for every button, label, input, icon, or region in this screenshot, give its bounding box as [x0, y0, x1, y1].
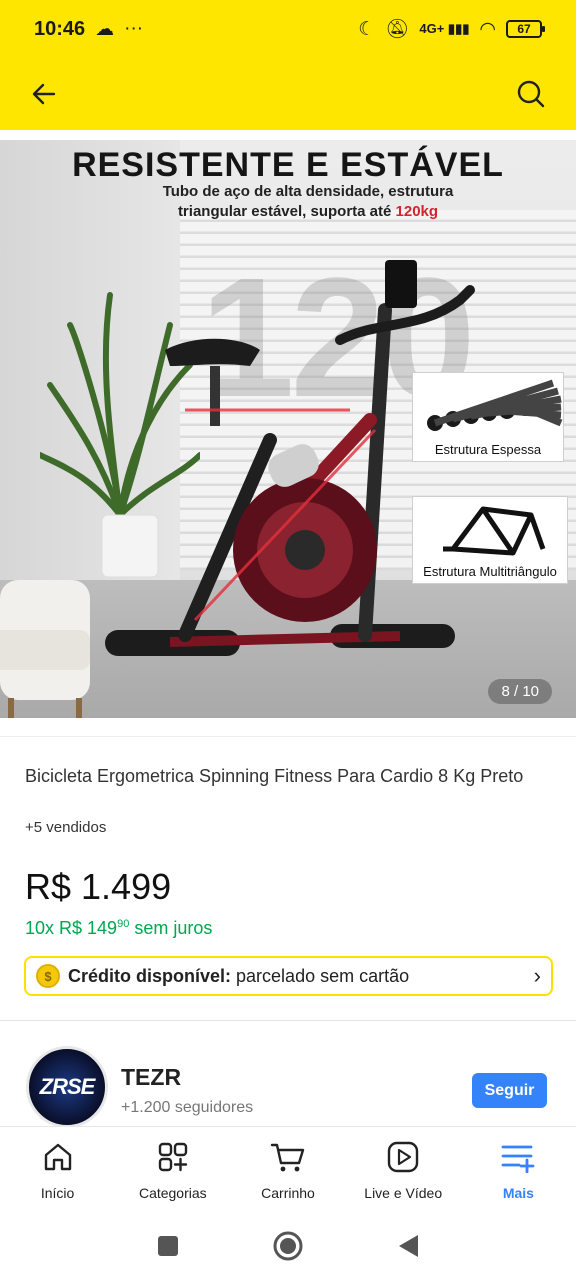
gallery-headline: RESISTENTE E ESTÁVEL	[72, 146, 504, 184]
armchair-image	[0, 580, 90, 718]
credit-text: parcelado sem cartão	[236, 965, 410, 986]
gallery-subheadline: Tubo de aço de alta densidade, estrutura…	[0, 182, 576, 222]
gallery-subline-2: triangular estável, suporta até 120kg	[40, 202, 576, 222]
gallery-page-counter: 8 / 10	[488, 679, 552, 704]
tab-live-video-label: Live e Vídeo	[364, 1185, 443, 1201]
inset-thick-structure: Estrutura Espessa	[412, 372, 564, 462]
status-time: 10:46	[34, 17, 86, 40]
section-divider	[0, 736, 576, 737]
tab-carrinho-label: Carrinho	[261, 1185, 315, 1201]
product-price: R$ 1.499	[25, 866, 172, 907]
credit-label: Crédito disponível:	[68, 965, 232, 986]
bottom-tab-bar: Início Categorias Carrinho Live e Vídeo …	[0, 1126, 576, 1212]
wifi-icon: ◠	[479, 18, 496, 40]
home-circle-icon[interactable]	[272, 1230, 304, 1262]
seller-name[interactable]: TEZR	[121, 1064, 181, 1091]
back-button[interactable]	[30, 80, 58, 108]
seller-logo-text: ZRSE	[39, 1074, 96, 1099]
status-bar: 10:46 ☁ ··· ☾ 🔕︎ 4G+ ▮▮▮ ◠ 67	[0, 0, 576, 58]
inset-multitriangle-structure: Estrutura Multitriângulo	[412, 496, 568, 584]
follow-button[interactable]: Seguir	[472, 1073, 547, 1108]
battery-icon: 67	[506, 20, 545, 38]
credit-available-banner[interactable]: $ Crédito disponível: parcelado sem cart…	[24, 956, 553, 996]
section-divider-2	[0, 1020, 576, 1021]
search-icon	[517, 80, 545, 108]
tab-categorias[interactable]: Categorias	[115, 1127, 230, 1212]
steel-tubes-icon	[427, 379, 563, 431]
exercise-bike-image	[105, 260, 475, 656]
inset-multitriangle-caption: Estrutura Multitriângulo	[423, 564, 557, 579]
play-icon	[388, 1141, 419, 1173]
coin-icon: $	[36, 964, 60, 988]
more-notifications-icon: ···	[124, 18, 144, 39]
product-image-gallery[interactable]: 120 Estrutura Espessa Estrutura Multitri…	[0, 140, 576, 718]
cart-icon	[270, 1143, 305, 1172]
arrow-left-icon	[32, 83, 56, 105]
sold-count: +5 vendidos	[25, 819, 107, 836]
gallery-subline-1: Tubo de aço de alta densidade, estrutura	[162, 183, 454, 200]
bike-frame-icon	[443, 506, 546, 556]
inset-thick-caption: Estrutura Espessa	[434, 442, 542, 457]
app-header	[0, 58, 576, 130]
installments-info: 10x R$ 14990 sem juros	[25, 918, 212, 939]
back-triangle-icon[interactable]	[396, 1233, 420, 1259]
tab-inicio[interactable]: Início	[0, 1127, 115, 1212]
seller-avatar[interactable]: ZRSE	[26, 1046, 108, 1128]
installments-amount: 10x R$ 149	[25, 918, 118, 938]
tab-carrinho[interactable]: Carrinho	[230, 1127, 345, 1212]
system-nav-bar	[0, 1212, 576, 1280]
home-icon	[44, 1143, 71, 1171]
bell-off-icon: 🔕︎	[385, 19, 410, 40]
seller-followers: +1.200 seguidores	[121, 1099, 254, 1116]
tab-live-video[interactable]: Live e Vídeo	[346, 1127, 461, 1212]
signal-icon: 4G+ ▮▮▮	[419, 21, 470, 36]
search-button[interactable]	[516, 79, 546, 109]
installments-suffix: sem juros	[134, 918, 213, 938]
installments-cents: 90	[117, 918, 130, 930]
tab-mais[interactable]: Mais	[461, 1127, 576, 1212]
tab-categorias-label: Categorias	[138, 1185, 207, 1201]
menu-plus-icon	[502, 1145, 535, 1173]
gallery-weight-highlight: 120kg	[395, 203, 439, 220]
gallery-subline-2-text: triangular estável, suporta até	[177, 203, 392, 220]
moon-icon: ☾	[358, 18, 376, 40]
product-title: Bicicleta Ergometrica Spinning Fitness P…	[25, 766, 524, 786]
chevron-right-icon: ›	[533, 963, 541, 988]
weather-icon: ☁	[95, 18, 115, 40]
categories-icon	[158, 1142, 187, 1172]
tab-inicio-label: Início	[40, 1185, 75, 1201]
tab-mais-label: Mais	[502, 1185, 534, 1201]
recent-apps-icon[interactable]	[156, 1234, 180, 1258]
